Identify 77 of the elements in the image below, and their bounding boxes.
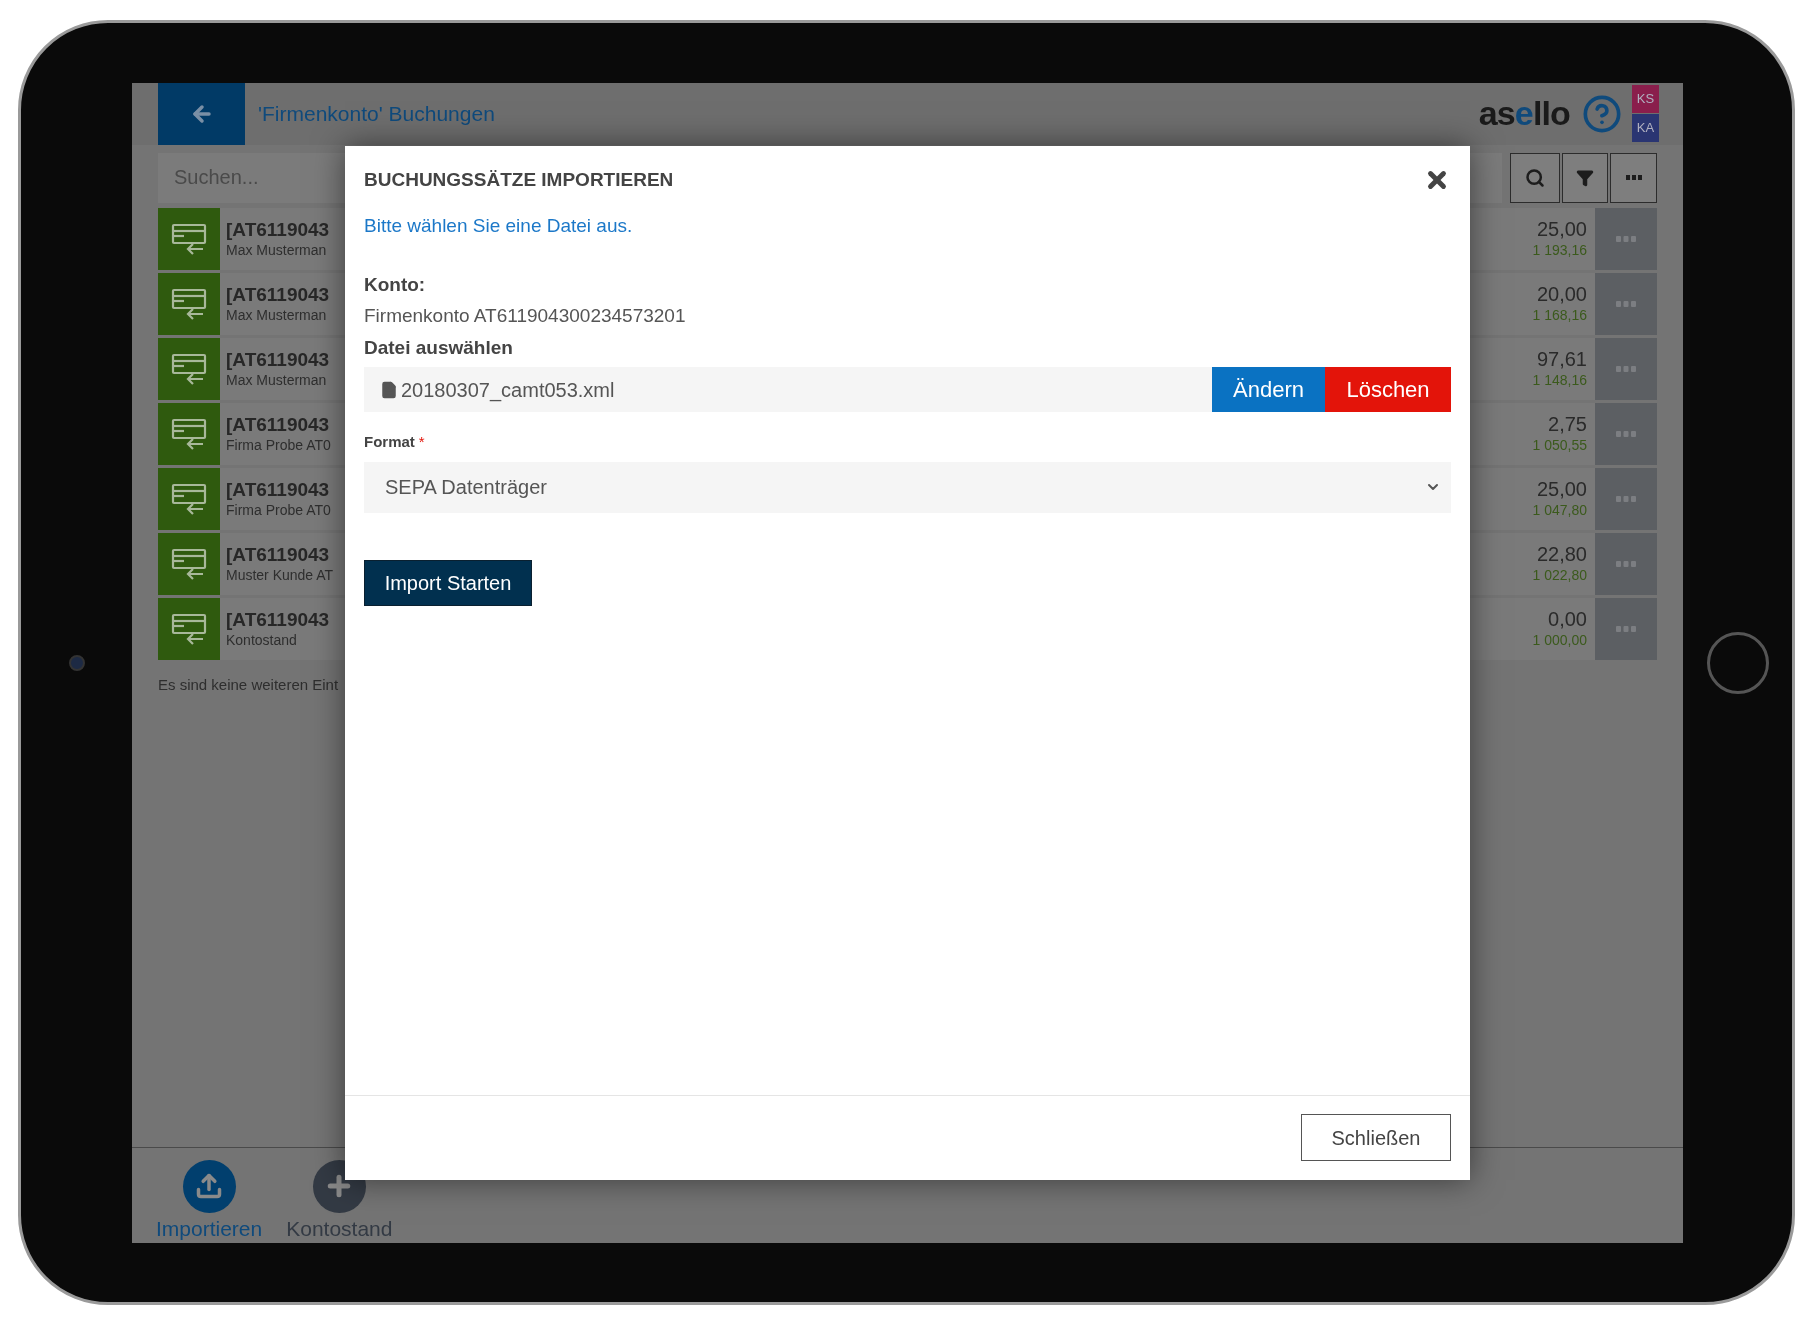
booking-subtitle: Kontostand [226, 631, 298, 650]
booking-amount: 97,61 [1536, 347, 1587, 373]
transfer-icon [170, 481, 208, 516]
account-value: Firmenkonto AT611904300234573201 [364, 304, 687, 328]
booking-balance: 1 148,16 [1532, 372, 1587, 390]
page-title: 'Firmenkonto' Buchungen [258, 100, 495, 127]
more-icon [1616, 365, 1636, 372]
booking-subtitle: Firma Probe AT0 [226, 501, 331, 520]
transfer-icon [170, 286, 208, 321]
home-button[interactable] [1706, 631, 1769, 694]
booking-subtitle: Max Musterman [226, 306, 328, 325]
transfer-icon [170, 221, 208, 256]
delete-button[interactable]: Löschen [1325, 367, 1451, 412]
booking-title: [AT6119043 [226, 542, 331, 567]
booking-title: [AT6119043 [226, 217, 330, 242]
user-badge[interactable]: KA [1632, 114, 1659, 142]
filter-icon [1576, 168, 1594, 187]
booking-balance: 1 000,00 [1532, 632, 1587, 650]
back-button[interactable] [158, 82, 245, 145]
row-menu-button[interactable] [1595, 467, 1657, 530]
more-button[interactable] [1610, 152, 1657, 203]
filter-button[interactable] [1562, 152, 1608, 203]
help-icon[interactable] [1582, 93, 1622, 134]
booking-subtitle: Firma Probe AT0 [226, 436, 331, 455]
row-menu-button[interactable] [1595, 337, 1657, 400]
booking-title: [AT6119043 [226, 412, 331, 437]
booking-amount: 25,00 [1536, 217, 1587, 243]
booking-title: [AT6119043 [226, 607, 330, 632]
transfer-icon [170, 416, 208, 451]
more-icon [1616, 300, 1636, 307]
more-icon [1616, 625, 1636, 632]
booking-title: [AT6119043 [226, 347, 330, 372]
file-icon [380, 380, 398, 399]
account-label: Konto: [364, 272, 427, 297]
more-icon [1616, 430, 1636, 437]
booking-amount: 0,00 [1548, 607, 1587, 633]
file-field[interactable]: 20180307_camt053.xml [364, 367, 1212, 412]
booking-balance: 1 050,55 [1532, 437, 1587, 455]
transfer-icon [170, 611, 208, 646]
change-button[interactable]: Ändern [1212, 367, 1325, 412]
more-icon [1616, 235, 1636, 242]
dialog-title: BUCHUNGSSÄTZE IMPORTIEREN [364, 167, 674, 192]
upload-icon [195, 1172, 224, 1200]
format-select[interactable]: SEPA Datenträger [364, 461, 1451, 513]
row-menu-button[interactable] [1595, 532, 1657, 595]
search-button[interactable] [1510, 152, 1560, 203]
booking-subtitle: Max Musterman [226, 241, 328, 260]
booking-title: [AT6119043 [226, 477, 331, 502]
booking-balance: 1 022,80 [1532, 567, 1587, 585]
row-menu-button[interactable] [1595, 272, 1657, 335]
more-icon [1616, 560, 1636, 567]
more-icon [1625, 175, 1642, 180]
booking-amount: 25,00 [1536, 477, 1587, 503]
booking-amount: 20,00 [1536, 282, 1587, 308]
booking-title: [AT6119043 [226, 282, 330, 307]
booking-balance: 1 047,80 [1532, 502, 1587, 520]
row-menu-button[interactable] [1595, 597, 1657, 660]
booking-balance: 1 193,16 [1532, 242, 1587, 260]
booking-amount: 2,75 [1548, 412, 1587, 438]
booking-amount: 22,80 [1536, 542, 1587, 568]
booking-subtitle: Muster Kunde AT [226, 566, 334, 585]
booking-balance: 1 168,16 [1532, 307, 1587, 325]
booking-subtitle: Max Musterman [226, 371, 328, 390]
more-icon [1616, 495, 1636, 502]
search-icon [1525, 167, 1545, 188]
row-menu-button[interactable] [1595, 402, 1657, 465]
dialog-hint: Bitte wählen Sie eine Datei aus. [364, 214, 634, 238]
transfer-icon [170, 351, 208, 386]
start-import-button[interactable]: Import Starten [364, 559, 532, 606]
list-end-note: Es sind keine weiteren Eint [158, 674, 340, 695]
required-mark: * [418, 432, 425, 452]
transfer-icon [170, 546, 208, 581]
format-label: Format [364, 432, 415, 452]
close-button[interactable]: Schließen [1301, 1114, 1451, 1161]
logo: asello [1478, 93, 1570, 134]
file-label: Datei auswählen [364, 335, 514, 360]
user-badge[interactable]: KS [1632, 85, 1659, 113]
